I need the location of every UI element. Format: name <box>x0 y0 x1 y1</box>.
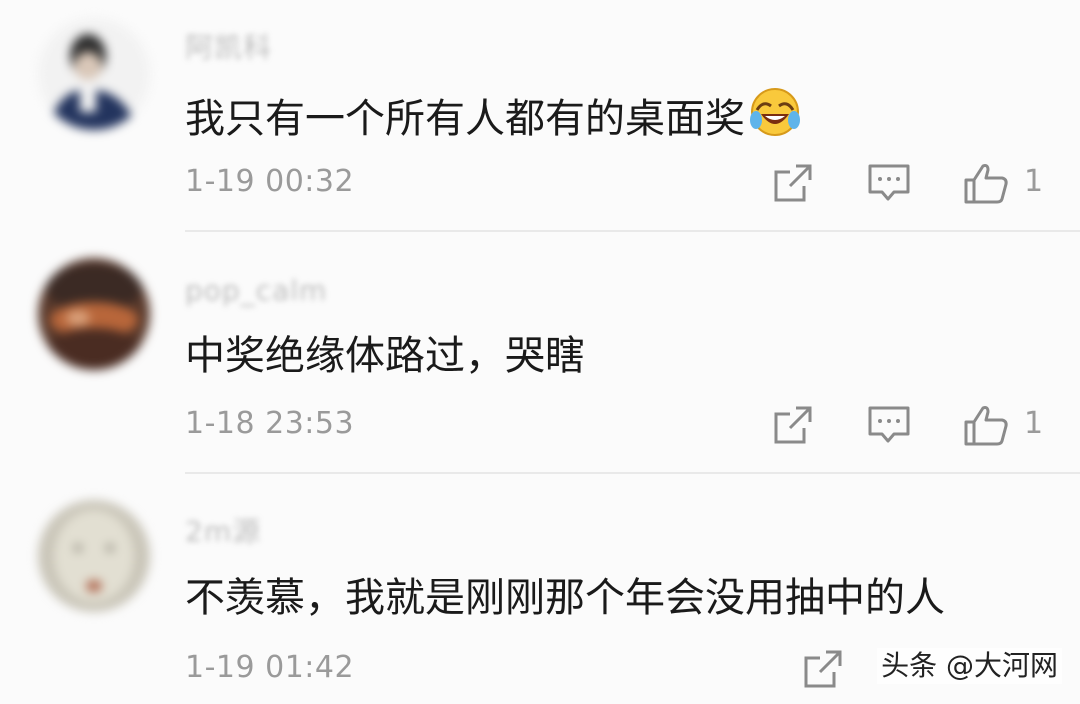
avatar[interactable] <box>38 500 150 612</box>
like-button[interactable] <box>962 404 1010 452</box>
username[interactable]: 阿凯科 <box>185 26 272 64</box>
comment-time: 1-18 23:53 <box>185 406 355 441</box>
share-icon <box>804 650 842 688</box>
share-button[interactable] <box>802 648 844 694</box>
divider <box>185 230 1080 232</box>
avatar[interactable] <box>38 258 150 370</box>
share-button[interactable] <box>772 162 814 208</box>
share-button[interactable] <box>772 404 814 450</box>
avatar[interactable] <box>38 18 150 130</box>
like-count: 1 <box>1024 406 1044 441</box>
comment-time: 1-19 00:32 <box>185 164 355 199</box>
like-count: 1 <box>1024 164 1044 199</box>
comment-text: 中奖绝缘体路过，哭瞎 <box>185 333 585 379</box>
divider <box>185 472 1080 474</box>
reply-icon <box>868 164 910 201</box>
comment-time: 1-19 01:42 <box>185 650 355 685</box>
laughing-crying-emoji-icon <box>749 86 801 149</box>
reply-icon <box>868 406 910 443</box>
like-button[interactable] <box>962 162 1010 210</box>
thumbs-up-icon <box>964 406 1008 446</box>
thumbs-up-icon <box>964 164 1008 204</box>
username[interactable]: 2m源 <box>185 510 261 548</box>
share-icon <box>774 164 812 202</box>
comment-text: 不羡慕，我就是刚刚那个年会没用抽中的人 <box>185 575 945 621</box>
comment-list: 阿凯科 我只有一个所有人都有的桌面奖 1-19 00:32 1 pop_calm… <box>0 0 1080 704</box>
comment-text-content: 我只有一个所有人都有的桌面奖 <box>185 96 745 142</box>
comment-item: 阿凯科 我只有一个所有人都有的桌面奖 1-19 00:32 1 <box>0 0 1080 232</box>
comment-text: 我只有一个所有人都有的桌面奖 <box>185 86 801 149</box>
username[interactable]: pop_calm <box>185 274 327 310</box>
reply-button[interactable] <box>866 162 912 208</box>
comment-item: pop_calm 中奖绝缘体路过，哭瞎 1-18 23:53 1 <box>0 234 1080 474</box>
share-icon <box>774 406 812 444</box>
reply-button[interactable] <box>866 404 912 450</box>
watermark: 头条 @大河网 <box>877 648 1062 684</box>
